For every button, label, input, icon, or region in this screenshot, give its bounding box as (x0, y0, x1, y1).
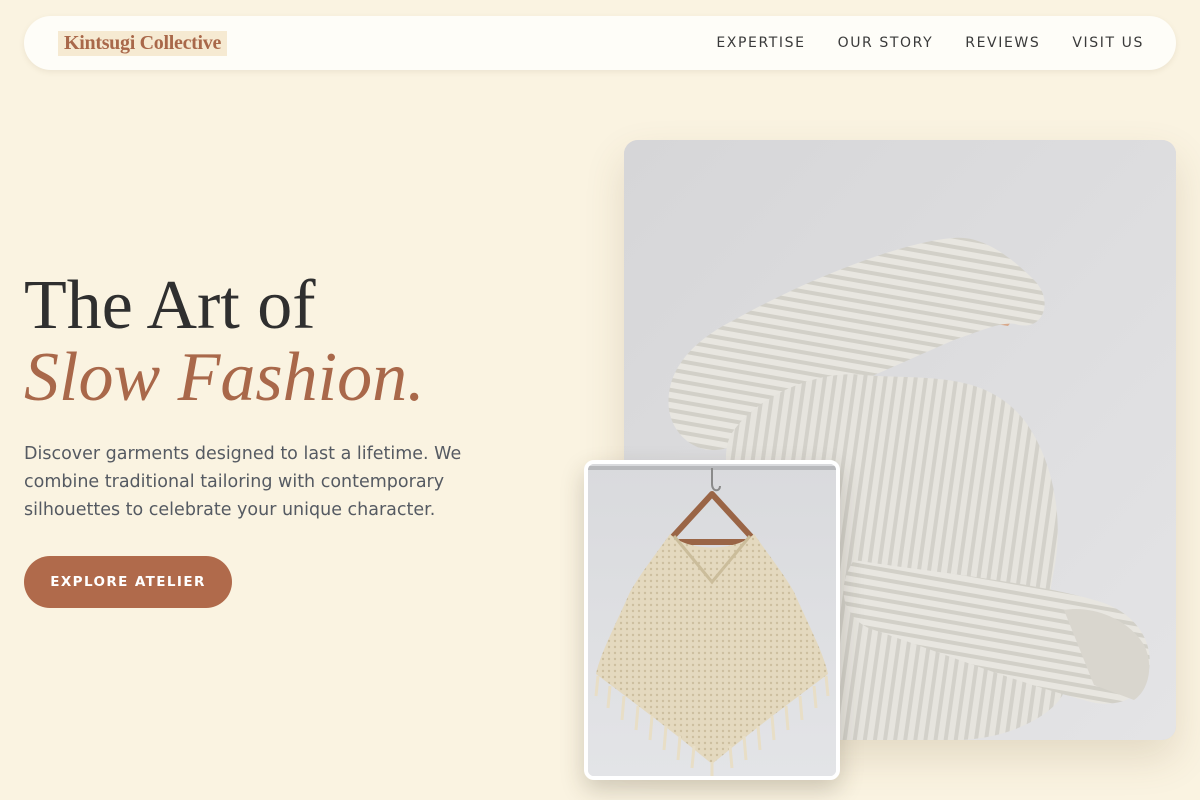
hero-title-line1: The Art of (24, 267, 316, 344)
poncho-on-hanger-photo (584, 460, 840, 780)
nav-link-our-story[interactable]: OUR STORY (838, 35, 934, 51)
hero-title-line2: Slow Fashion. (24, 339, 425, 416)
nav-links: EXPERTISE OUR STORY REVIEWS VISIT US (716, 35, 1144, 51)
brand-logo[interactable]: Kintsugi Collective (58, 30, 228, 56)
nav-link-visit-us[interactable]: VISIT US (1072, 35, 1144, 51)
top-navigation-bar: Kintsugi Collective EXPERTISE OUR STORY … (24, 16, 1176, 70)
hero-description: Discover garments designed to last a lif… (24, 444, 462, 520)
hero-title: The Art of Slow Fashion. (24, 270, 425, 414)
nav-link-reviews[interactable]: REVIEWS (965, 35, 1040, 51)
nav-link-expertise[interactable]: EXPERTISE (716, 35, 805, 51)
poncho-illustration (588, 464, 836, 776)
explore-atelier-button[interactable]: EXPLORE ATELIER (24, 556, 232, 608)
